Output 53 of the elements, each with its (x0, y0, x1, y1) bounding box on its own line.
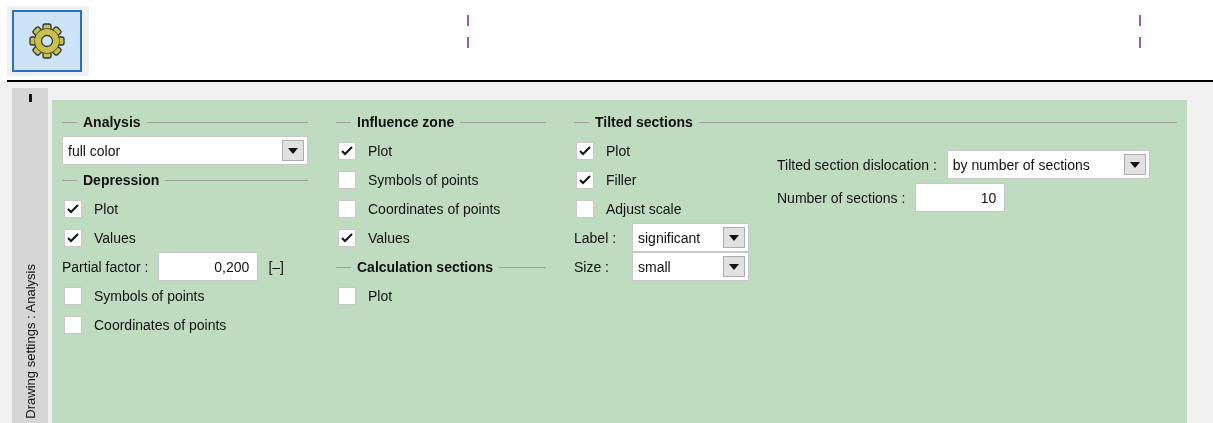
checkmark-icon (67, 203, 79, 214)
field-label: Partial factor : (62, 258, 149, 275)
checkbox[interactable] (64, 286, 82, 305)
checkbox[interactable] (576, 170, 594, 189)
field-label: Label : (574, 229, 618, 246)
checkbox-label: Filler (606, 171, 637, 188)
checkbox-label: Plot (94, 200, 119, 217)
section-title: Depression (83, 172, 160, 188)
checkbox[interactable] (576, 199, 594, 218)
checkbox-label: Values (368, 229, 410, 246)
checkbox-label: Plot (606, 142, 631, 159)
checkbox[interactable] (338, 199, 356, 218)
section-title: Calculation sections (357, 259, 494, 275)
checkbox-label: Adjust scale (606, 200, 682, 217)
checkmark-icon (341, 145, 353, 156)
checkbox[interactable] (64, 199, 82, 218)
section-title: Tilted sections (595, 114, 693, 130)
dropdown[interactable]: by number of sections (946, 150, 1150, 179)
field-label: Tilted section dislocation : (777, 156, 937, 173)
dropdown[interactable]: full color (62, 136, 308, 165)
checkmark-icon (579, 174, 591, 185)
checkbox-label: Coordinates of points (368, 200, 501, 217)
section-title: Influence zone (357, 114, 455, 130)
checkbox-label: Coordinates of points (94, 316, 227, 333)
checkmark-icon (579, 145, 591, 156)
number-field[interactable]: 0,200 (158, 252, 259, 281)
field-label: Size : (574, 258, 610, 275)
field-label: Number of sections : (777, 189, 906, 206)
checkbox-label: Symbols of points (368, 171, 479, 188)
unit-label: [–] (268, 258, 284, 275)
checkmark-icon (341, 232, 353, 243)
checkbox[interactable] (64, 228, 82, 247)
checkbox[interactable] (338, 141, 356, 160)
checkbox[interactable] (338, 228, 356, 247)
checkbox-label: Symbols of points (94, 287, 205, 304)
checkbox[interactable] (338, 286, 356, 305)
checkmark-icon (67, 232, 79, 243)
checkbox-label: Plot (368, 142, 393, 159)
side-tab[interactable]: Drawing settings : Analysis (12, 88, 48, 423)
checkbox-label: Values (94, 229, 136, 246)
section-title: Analysis (83, 114, 141, 130)
dropdown[interactable]: small (632, 252, 749, 281)
checkbox[interactable] (338, 170, 356, 189)
checkbox-label: Plot (368, 287, 393, 304)
dropdown[interactable]: significant (632, 223, 749, 252)
gear-icon (27, 21, 67, 61)
number-field[interactable]: 10 (915, 183, 1006, 212)
dashed-marker (467, 15, 469, 48)
checkbox[interactable] (576, 141, 594, 160)
checkbox[interactable] (64, 315, 82, 334)
dashed-marker (1139, 15, 1141, 48)
pin-icon[interactable] (28, 94, 32, 102)
settings-button[interactable] (12, 10, 82, 72)
